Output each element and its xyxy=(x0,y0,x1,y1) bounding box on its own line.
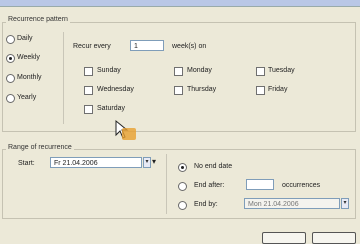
checkbox-saturday-label: Saturday xyxy=(97,105,126,112)
pattern-group-frame xyxy=(2,22,356,132)
checkbox-thursday[interactable] xyxy=(174,86,183,95)
radio-weekly-label: Weekly xyxy=(17,54,40,61)
cancel-button[interactable] xyxy=(312,232,356,244)
pattern-group-title: Recurrence pattern xyxy=(6,16,70,23)
end-by-date-input[interactable]: Mon 21.04.2006 xyxy=(244,198,340,209)
radio-end-after[interactable] xyxy=(178,182,187,191)
checkbox-tuesday-label: Tuesday xyxy=(268,67,295,74)
checkbox-friday-label: Friday xyxy=(268,86,288,93)
start-date-arrow-icon: ▾ xyxy=(152,157,157,166)
checkbox-monday[interactable] xyxy=(174,67,183,76)
radio-end-by[interactable] xyxy=(178,201,187,210)
checkbox-sunday-label: Sunday xyxy=(97,67,121,74)
start-label: Start: xyxy=(18,160,35,167)
ok-button[interactable] xyxy=(262,232,306,244)
range-group-title: Range of recurrence xyxy=(6,144,74,151)
radio-daily[interactable] xyxy=(6,35,15,44)
title-bar xyxy=(0,0,360,7)
recur-every-input[interactable]: 1 xyxy=(130,40,164,51)
radio-end-after-label: End after: xyxy=(194,182,225,189)
checkbox-friday[interactable] xyxy=(256,86,265,95)
radio-no-end[interactable] xyxy=(178,163,187,172)
recur-every-label: Recur every xyxy=(73,43,111,50)
pattern-divider xyxy=(63,32,64,124)
occurrences-input[interactable] xyxy=(246,179,274,190)
weeks-on-label: week(s) on xyxy=(172,43,207,50)
end-by-date-dropdown[interactable]: ▾ xyxy=(341,198,349,209)
radio-yearly[interactable] xyxy=(6,94,15,103)
checkbox-thursday-label: Thursday xyxy=(187,86,217,93)
radio-monthly[interactable] xyxy=(6,74,15,83)
range-divider xyxy=(166,154,167,214)
radio-weekly[interactable] xyxy=(6,54,15,63)
radio-daily-label: Daily xyxy=(17,35,33,42)
start-date-input[interactable]: Fr 21.04.2006 xyxy=(50,157,142,168)
checkbox-wednesday[interactable] xyxy=(84,86,93,95)
start-date-dropdown[interactable]: ▾ xyxy=(143,157,151,168)
checkbox-sunday[interactable] xyxy=(84,67,93,76)
mouse-cursor-icon xyxy=(115,119,136,140)
checkbox-wednesday-label: Wednesday xyxy=(97,86,134,93)
checkbox-saturday[interactable] xyxy=(84,105,93,114)
checkbox-tuesday[interactable] xyxy=(256,67,265,76)
radio-end-by-label: End by: xyxy=(194,201,218,208)
checkbox-monday-label: Monday xyxy=(187,67,212,74)
radio-yearly-label: Yearly xyxy=(17,94,37,101)
radio-monthly-label: Monthly xyxy=(17,74,42,81)
occurrences-label: occurrences xyxy=(282,182,321,189)
radio-no-end-label: No end date xyxy=(194,163,233,170)
